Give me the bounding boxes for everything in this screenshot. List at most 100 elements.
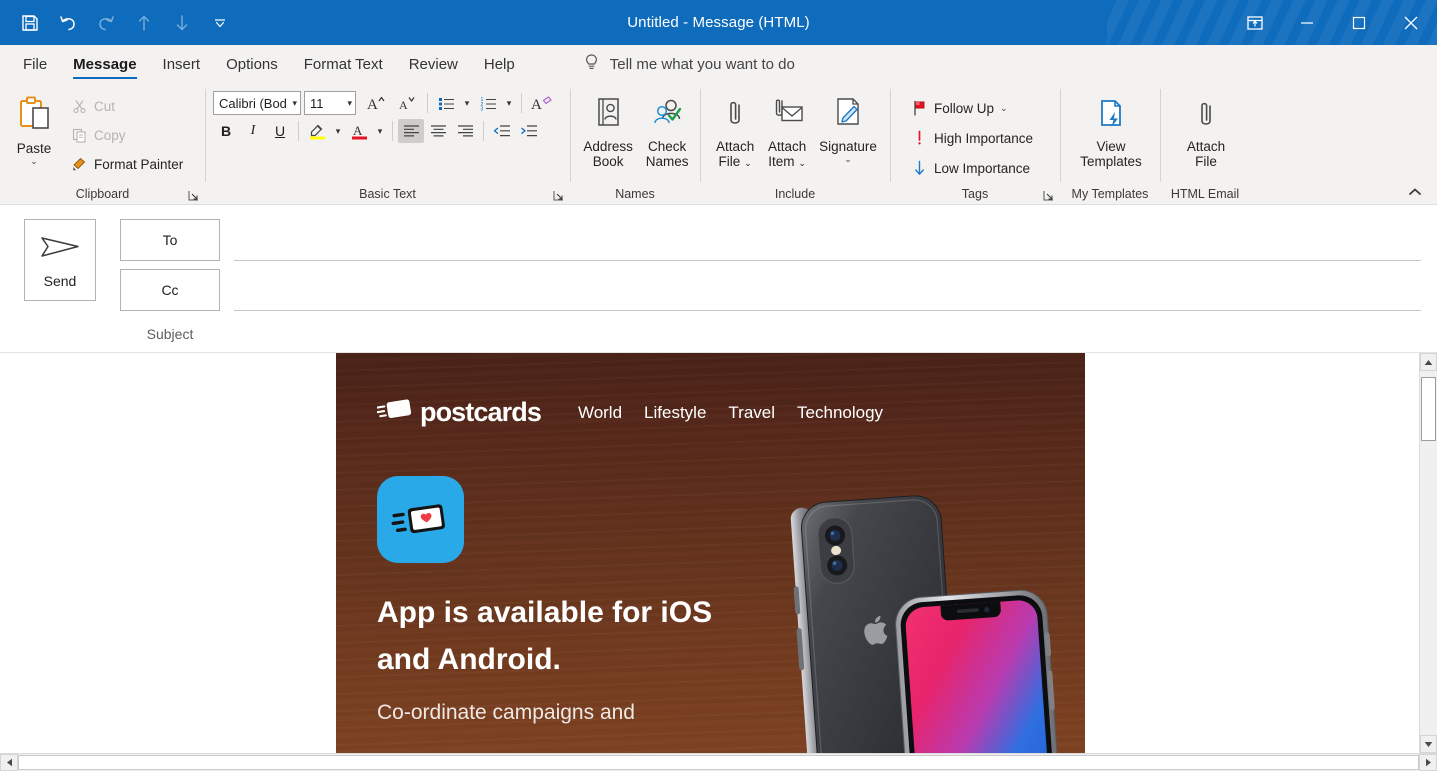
high-importance-button[interactable]: High Importance	[904, 125, 1039, 151]
paste-button[interactable]: Paste ⌄	[8, 91, 60, 170]
underline-label: U	[274, 123, 286, 139]
html-attach-file-button[interactable]: Attach File	[1180, 95, 1232, 173]
hero-heading-line1: App is available for iOS	[377, 596, 713, 629]
ribbon-display-options-icon[interactable]	[1229, 0, 1281, 45]
paperclip-icon	[1192, 99, 1220, 136]
cc-button[interactable]: Cc	[120, 269, 220, 311]
clipboard-dialog-launcher[interactable]	[186, 188, 200, 202]
attach-item-caret[interactable]: ⌄	[798, 158, 806, 168]
message-header: Send To Cc Subject	[0, 205, 1437, 353]
italic-button[interactable]: I	[240, 119, 266, 143]
shrink-font-button[interactable]: A	[392, 91, 422, 115]
tags-dialog-launcher[interactable]	[1041, 188, 1055, 202]
tab-message[interactable]: Message	[60, 45, 149, 83]
tab-insert[interactable]: Insert	[150, 45, 214, 83]
nav-link-travel[interactable]: Travel	[717, 403, 786, 423]
check-names-label-1: Check	[648, 139, 687, 154]
copy-label: Copy	[94, 127, 126, 143]
attach-file-caret[interactable]: ⌄	[744, 158, 752, 168]
font-size-combo[interactable]: 11 ▾	[304, 91, 356, 115]
attach-file-label-2: File ⌄	[719, 154, 752, 171]
undo-icon[interactable]	[50, 7, 86, 39]
attach-item-label-2: Item ⌄	[768, 154, 806, 171]
tab-format-text[interactable]: Format Text	[291, 45, 396, 83]
paste-caret[interactable]: ⌄	[30, 157, 38, 166]
numbering-button[interactable]: 123	[475, 91, 501, 115]
scroll-down-arrow[interactable]	[1420, 735, 1437, 753]
format-painter-button[interactable]: Format Painter	[64, 151, 189, 177]
bullets-button[interactable]	[433, 91, 459, 115]
nav-link-technology[interactable]: Technology	[786, 403, 894, 423]
horizontal-scroll-thumb[interactable]	[18, 755, 1419, 770]
tell-me-search[interactable]: Tell me what you want to do	[583, 45, 795, 83]
font-size-value: 11	[310, 95, 324, 111]
increase-indent-button[interactable]	[516, 119, 542, 143]
subject-row: Subject	[120, 319, 1437, 349]
numbering-caret[interactable]: ▾	[502, 91, 516, 115]
flag-icon	[910, 100, 928, 116]
tab-help[interactable]: Help	[471, 45, 528, 83]
address-book-label-2: Book	[592, 154, 624, 169]
low-importance-button[interactable]: Low Importance	[904, 155, 1039, 181]
align-left-button[interactable]	[398, 119, 424, 143]
decrease-indent-button[interactable]	[489, 119, 515, 143]
clipboard-label-text: Clipboard	[75, 187, 130, 201]
tab-options[interactable]: Options	[213, 45, 291, 83]
align-right-button[interactable]	[452, 119, 478, 143]
follow-up-caret[interactable]: ⌄	[1000, 103, 1008, 114]
minimize-icon[interactable]	[1281, 0, 1333, 45]
signature-caret[interactable]: ⌄	[844, 155, 852, 164]
text-highlight-color-button[interactable]	[304, 119, 330, 143]
save-icon[interactable]	[12, 7, 48, 39]
follow-up-button[interactable]: Follow Up ⌄	[904, 95, 1039, 121]
collapse-ribbon-button[interactable]	[1403, 182, 1427, 202]
underline-button[interactable]: U	[267, 119, 293, 143]
send-area: Send	[0, 205, 120, 352]
clear-formatting-button[interactable]: A	[527, 91, 557, 115]
nav-link-lifestyle[interactable]: Lifestyle	[633, 403, 717, 423]
message-body-canvas[interactable]: postcards World Lifestyle Travel Technol…	[0, 353, 1419, 753]
view-templates-button[interactable]: View Templates	[1074, 95, 1148, 173]
copy-button: Copy	[64, 122, 189, 148]
to-input[interactable]	[234, 219, 1421, 261]
nav-link-world[interactable]: World	[567, 403, 633, 423]
chevron-down-icon[interactable]: ▾	[289, 98, 297, 109]
align-center-button[interactable]	[425, 119, 451, 143]
tab-file[interactable]: File	[10, 45, 60, 83]
highlight-caret[interactable]: ▾	[331, 119, 345, 143]
basic-text-label-text: Basic Text	[359, 187, 416, 201]
customize-quick-access-icon[interactable]	[202, 7, 238, 39]
vertical-scroll-thumb[interactable]	[1421, 377, 1436, 441]
vertical-scrollbar[interactable]	[1419, 353, 1437, 753]
basic-text-dialog-launcher[interactable]	[551, 188, 565, 202]
grow-font-button[interactable]: A	[361, 91, 391, 115]
address-book-button[interactable]: Address Book	[578, 93, 638, 173]
chevron-down-icon[interactable]: ▾	[344, 98, 352, 109]
bold-button[interactable]: B	[213, 119, 239, 143]
font-color-caret[interactable]: ▾	[373, 119, 387, 143]
scroll-up-arrow[interactable]	[1420, 353, 1437, 371]
font-color-button[interactable]: A	[346, 119, 372, 143]
to-button[interactable]: To	[120, 219, 220, 261]
cc-input[interactable]	[234, 269, 1421, 311]
tab-review[interactable]: Review	[396, 45, 471, 83]
attach-file-line2: File	[718, 154, 741, 169]
html-attach-file-label-2: File	[1195, 154, 1217, 169]
subject-input[interactable]	[234, 319, 1421, 349]
bullets-caret[interactable]: ▾	[460, 91, 474, 115]
signature-button[interactable]: Signature ⌄	[813, 93, 883, 168]
scroll-left-arrow[interactable]	[0, 754, 18, 771]
attach-item-button[interactable]: Attach Item ⌄	[761, 93, 813, 175]
font-name-combo[interactable]: Calibri (Bod ▾	[213, 91, 301, 115]
horizontal-scroll-track[interactable]	[18, 754, 1419, 771]
scroll-right-arrow[interactable]	[1419, 754, 1437, 771]
send-button[interactable]: Send	[24, 219, 96, 301]
email-content: postcards World Lifestyle Travel Technol…	[336, 353, 1085, 753]
attach-file-button[interactable]: Attach File ⌄	[709, 93, 761, 175]
check-names-button[interactable]: Check Names	[640, 93, 694, 173]
close-icon[interactable]	[1385, 0, 1437, 45]
horizontal-scrollbar[interactable]	[0, 753, 1437, 771]
clipboard-group-label: Clipboard	[0, 184, 205, 204]
maximize-icon[interactable]	[1333, 0, 1385, 45]
vertical-scroll-track[interactable]	[1420, 371, 1437, 735]
